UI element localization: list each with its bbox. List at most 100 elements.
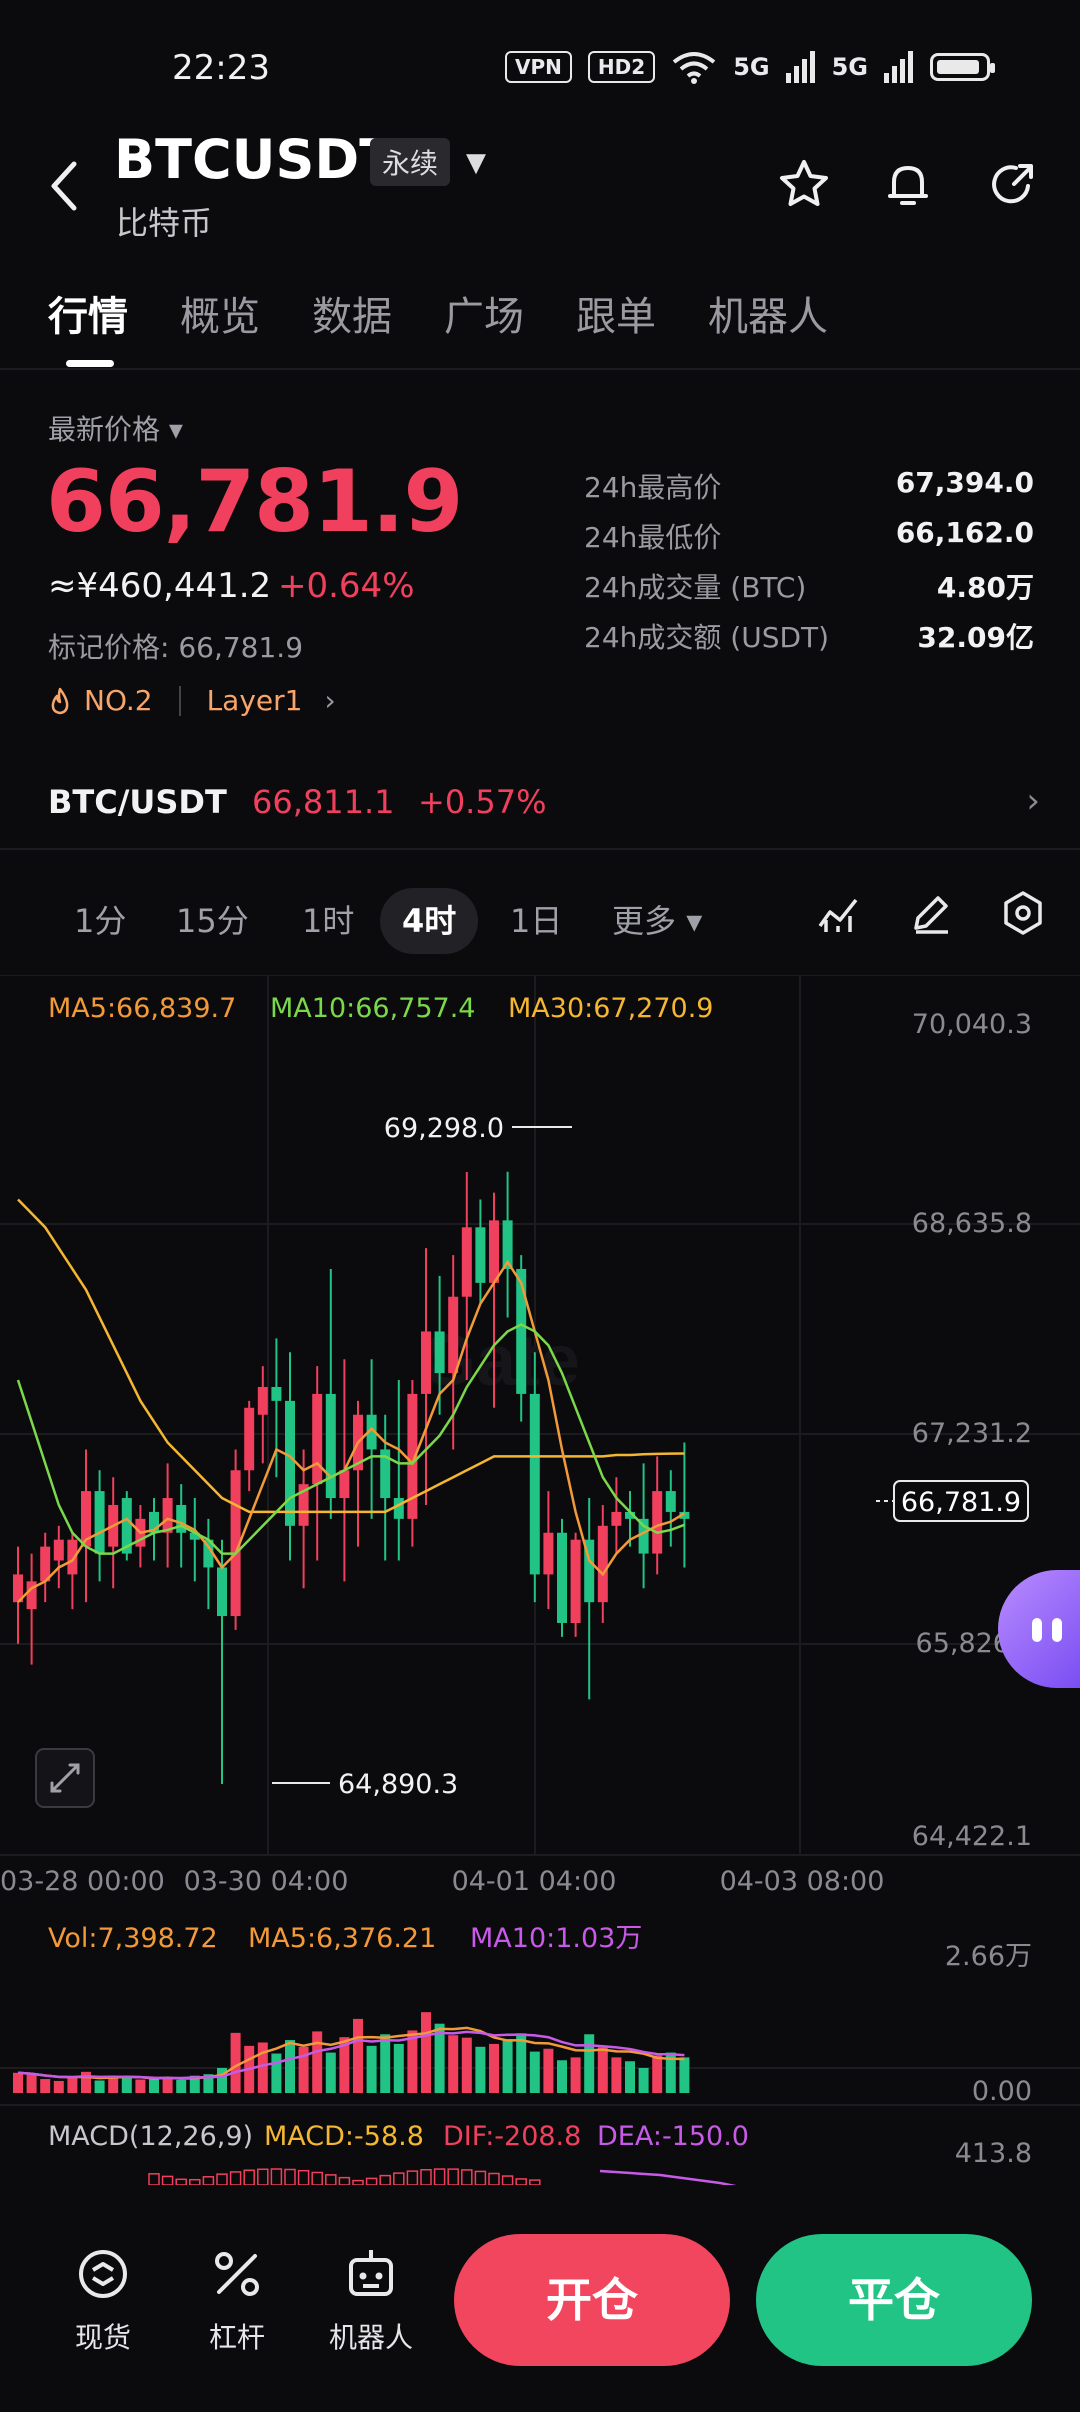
nav-spot[interactable]: 现货 <box>48 2246 158 2356</box>
macd-bar <box>284 2168 296 2185</box>
volume-bar <box>611 2057 622 2093</box>
volume-bar <box>271 2053 282 2093</box>
x-tick: 04-01 04:00 <box>452 1866 617 1897</box>
status-time: 22:23 <box>172 48 270 88</box>
volume-bar <box>40 2079 51 2093</box>
low-label: 64,890.3 <box>338 1769 458 1800</box>
chart-canvas[interactable]: Gate MA5:66,839.7 MA10:66,757.4 MA30:67,… <box>0 975 1080 2185</box>
y-tick: 64,422.1 <box>912 1821 1032 1852</box>
candles <box>13 1171 690 1785</box>
volume-bar <box>584 2034 595 2093</box>
volume-bar <box>393 2043 404 2093</box>
volume-bar <box>257 2042 268 2093</box>
interval-1m[interactable]: 1分 <box>74 888 126 954</box>
macd-bar <box>297 2169 310 2185</box>
macd-bar <box>216 2173 228 2185</box>
cny-price: ≈¥460,441.2 <box>48 566 272 606</box>
bell-icon[interactable] <box>880 156 936 212</box>
volume-bar <box>461 2037 472 2093</box>
signal-5g-1-icon: 5G <box>733 53 770 81</box>
interval-bar: 1分 15分 1时 4时 1日 更多 ▾ <box>0 870 1080 970</box>
volume-bar <box>121 2077 132 2093</box>
dif-value: DIF:-208.8 <box>443 2121 581 2152</box>
wifi-icon <box>672 52 716 84</box>
tab-square[interactable]: 广场 <box>444 284 524 342</box>
hd-badge: HD2 <box>587 51 656 83</box>
open-position-button[interactable]: 开仓 <box>454 2234 730 2366</box>
contract-type-badge[interactable]: 永续 <box>370 138 451 186</box>
interval-more[interactable]: 更多 ▾ <box>612 888 702 954</box>
macd-bar <box>474 2170 487 2185</box>
nav-leverage[interactable]: 杠杆 <box>182 2246 292 2356</box>
pair-dropdown-icon[interactable]: ▼ <box>466 148 486 178</box>
chevron-right-icon: › <box>324 684 336 717</box>
tab-copy-trade[interactable]: 跟单 <box>576 284 656 342</box>
kline-chart[interactable]: Gate MA5:66,839.7 MA10:66,757.4 MA30:67,… <box>0 975 1080 2185</box>
tab-market[interactable]: 行情 <box>48 284 128 342</box>
macd-tick: 413.8 <box>955 2138 1032 2169</box>
candle-body <box>434 1331 445 1374</box>
macd-bar <box>148 2173 160 2185</box>
candle-body <box>312 1393 323 1485</box>
expand-icon[interactable] <box>35 1748 95 1808</box>
spot-pair-row[interactable]: BTC/USDT 66,811.1 +0.57% › <box>0 765 1080 850</box>
candle-body <box>94 1491 105 1554</box>
macd-bar <box>515 2178 527 2185</box>
pair-title[interactable]: BTCUSDT <box>114 128 396 191</box>
candle-body <box>257 1386 268 1415</box>
volume-bar <box>516 2033 527 2093</box>
draw-pen-icon[interactable] <box>908 890 954 936</box>
chevron-right-icon: › <box>1026 781 1040 821</box>
indicator-icon[interactable] <box>816 890 862 936</box>
volume-bar <box>53 2080 64 2093</box>
share-icon[interactable] <box>984 156 1040 212</box>
spot-pair: BTC/USDT <box>48 783 227 821</box>
tab-bot[interactable]: 机器人 <box>708 284 828 342</box>
vol-tick: 0.00 <box>972 2076 1032 2107</box>
volume-bar <box>557 2060 567 2093</box>
tab-overview[interactable]: 概览 <box>180 284 260 342</box>
stats-table: 24h最高价 67,394.0 24h最低价 66,162.0 24h成交量 (BT… <box>584 466 1034 666</box>
candle-body <box>421 1331 431 1394</box>
interval-1d[interactable]: 1日 <box>510 888 562 954</box>
price-type-selector[interactable]: 最新价格 ▾ <box>48 408 183 448</box>
candle-body <box>652 1491 663 1554</box>
vol-ma10-label: MA10:1.03万 <box>470 1923 642 1954</box>
candle-body <box>271 1386 282 1401</box>
main-tabs: 行情 概览 数据 广场 跟单 机器人 <box>0 270 1080 370</box>
close-position-button[interactable]: 平仓 <box>756 2234 1032 2366</box>
candle-body <box>393 1498 404 1519</box>
x-tick: 04-03 08:00 <box>720 1866 885 1897</box>
vol-tick: 2.66万 <box>945 1941 1032 1972</box>
candle-body <box>339 1470 350 1499</box>
macd-bar <box>311 2171 323 2185</box>
macd-bar <box>488 2172 500 2185</box>
back-icon[interactable] <box>44 156 92 216</box>
interval-4h[interactable]: 4时 <box>380 888 479 954</box>
battery-icon <box>930 53 995 81</box>
star-icon[interactable] <box>776 156 832 212</box>
nav-bot[interactable]: 机器人 <box>316 2246 426 2356</box>
tab-data[interactable]: 数据 <box>312 284 392 342</box>
candle-body <box>597 1525 608 1603</box>
settings-icon[interactable] <box>1000 890 1046 936</box>
candle-body <box>244 1407 255 1471</box>
interval-15m[interactable]: 15分 <box>176 888 249 954</box>
ranking-row[interactable]: NO.2 Layer1 › <box>48 684 336 717</box>
volume-bar <box>597 2047 608 2093</box>
candle-body <box>611 1511 622 1526</box>
y-tick: 67,231.2 <box>912 1418 1032 1449</box>
price-change: +0.64% <box>278 566 415 606</box>
volume-bar <box>448 2035 459 2093</box>
stat-row: 24h最高价 67,394.0 <box>584 466 1034 504</box>
volume-bar <box>67 2078 78 2093</box>
dea-value: DEA:-150.0 <box>597 2121 749 2152</box>
macd-bar <box>433 2168 446 2185</box>
leverage-icon <box>215 2252 259 2296</box>
status-bar: 22:23 VPN HD2 5G 5G <box>0 0 1080 130</box>
candle-body <box>516 1268 527 1394</box>
candle-body <box>543 1532 554 1575</box>
candle-body <box>448 1296 459 1374</box>
candle-body <box>557 1532 567 1623</box>
interval-1h[interactable]: 1时 <box>302 888 354 954</box>
